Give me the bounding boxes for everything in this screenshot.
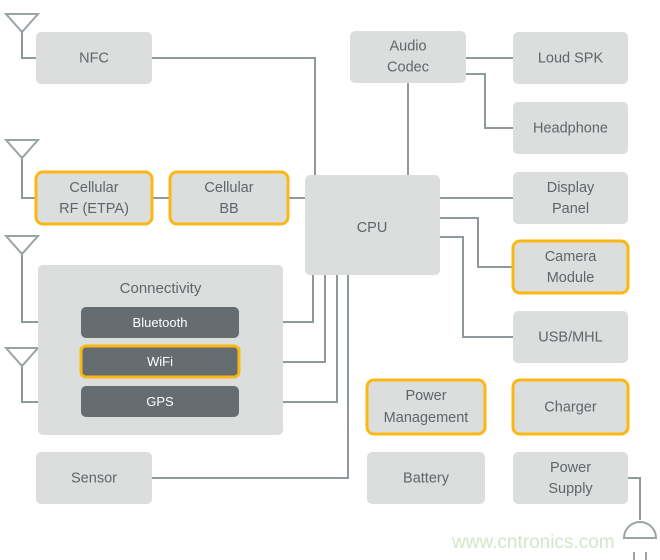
block-charger[interactable]: Charger [511, 378, 630, 436]
antenna-bluetooth-icon [3, 235, 41, 256]
wire-powersupply-antenna [628, 477, 641, 520]
block-headphone[interactable]: Headphone [513, 102, 628, 154]
display-panel-label-line1: Display [547, 180, 595, 196]
gps-label: GPS [146, 394, 174, 409]
sensor-label: Sensor [71, 470, 117, 486]
block-nfc[interactable]: NFC [36, 32, 152, 84]
wire-nfc-cpu [152, 57, 316, 175]
bluetooth-label: Bluetooth [133, 315, 188, 330]
block-battery[interactable]: Battery [367, 452, 485, 504]
cellular-rf-label-line2: RF (ETPA) [59, 201, 129, 217]
nfc-label: NFC [79, 50, 109, 66]
block-cellular-rf[interactable]: Cellular RF (ETPA) [34, 170, 154, 226]
block-cpu[interactable]: CPU [305, 175, 440, 275]
wire-cpu-gps [283, 275, 338, 403]
headphone-label: Headphone [533, 120, 608, 136]
power-supply-label-line2: Supply [548, 481, 593, 497]
wire-antenna-wifi [21, 364, 38, 403]
cellular-bb-label-line2: BB [219, 201, 238, 217]
display-panel-label-line2: Panel [552, 201, 589, 217]
charger-label: Charger [544, 399, 597, 415]
wire-cpu-cameramodule [440, 217, 513, 268]
power-management-label-line2: Management [384, 410, 469, 426]
wire-antenna-bluetooth [21, 252, 38, 323]
power-management-label-line1: Power [405, 388, 446, 404]
cellular-bb-label-line1: Cellular [204, 180, 253, 196]
block-display-panel[interactable]: Display Panel [513, 172, 628, 224]
usb-mhl-label: USB/MHL [538, 329, 602, 345]
antenna-wifi-icon [3, 347, 41, 368]
antenna-cellular-icon [3, 139, 41, 160]
camera-module-label-line2: Module [547, 270, 595, 286]
block-bluetooth[interactable]: Bluetooth [81, 307, 239, 338]
wifi-label: WiFi [147, 354, 173, 369]
wire-antenna-nfc [21, 30, 36, 59]
power-supply-label-line1: Power [550, 460, 591, 476]
antenna-power-icon [622, 521, 658, 560]
connectivity-group-label: Connectivity [120, 280, 202, 297]
block-wifi[interactable]: WiFi [79, 344, 241, 379]
block-loud-spk[interactable]: Loud SPK [513, 32, 628, 84]
block-gps[interactable]: GPS [81, 386, 239, 417]
system-block-diagram: Connectivity Bluetooth WiFi GPS NFC Cell… [3, 13, 658, 560]
battery-label: Battery [403, 470, 450, 486]
wire-antenna-cellular [21, 156, 36, 199]
loud-spk-label: Loud SPK [538, 50, 604, 66]
wire-cpu-usbmhl [440, 236, 513, 338]
wire-cpu-wifi [283, 275, 326, 363]
block-audio-codec[interactable]: Audio Codec [350, 31, 466, 83]
antenna-nfc-icon [3, 13, 41, 34]
block-usb-mhl[interactable]: USB/MHL [513, 311, 628, 363]
site-watermark: www.cntronics.com [451, 532, 615, 553]
block-power-supply[interactable]: Power Supply [513, 452, 628, 504]
block-power-management[interactable]: Power Management [365, 378, 487, 436]
camera-module-label-line1: Camera [545, 249, 598, 265]
audio-codec-label-line1: Audio [389, 38, 426, 54]
block-camera-module[interactable]: Camera Module [511, 239, 630, 295]
cellular-rf-label-line1: Cellular [69, 180, 118, 196]
audio-codec-label-line2: Codec [387, 59, 429, 75]
block-diagram-canvas: Connectivity Bluetooth WiFi GPS NFC Cell… [0, 0, 660, 560]
block-sensor[interactable]: Sensor [36, 452, 152, 504]
wire-cpu-bluetooth [283, 275, 314, 323]
block-cellular-bb[interactable]: Cellular BB [168, 170, 290, 226]
wire-audiocodec-headphone [466, 73, 513, 129]
cpu-label: CPU [357, 220, 388, 236]
